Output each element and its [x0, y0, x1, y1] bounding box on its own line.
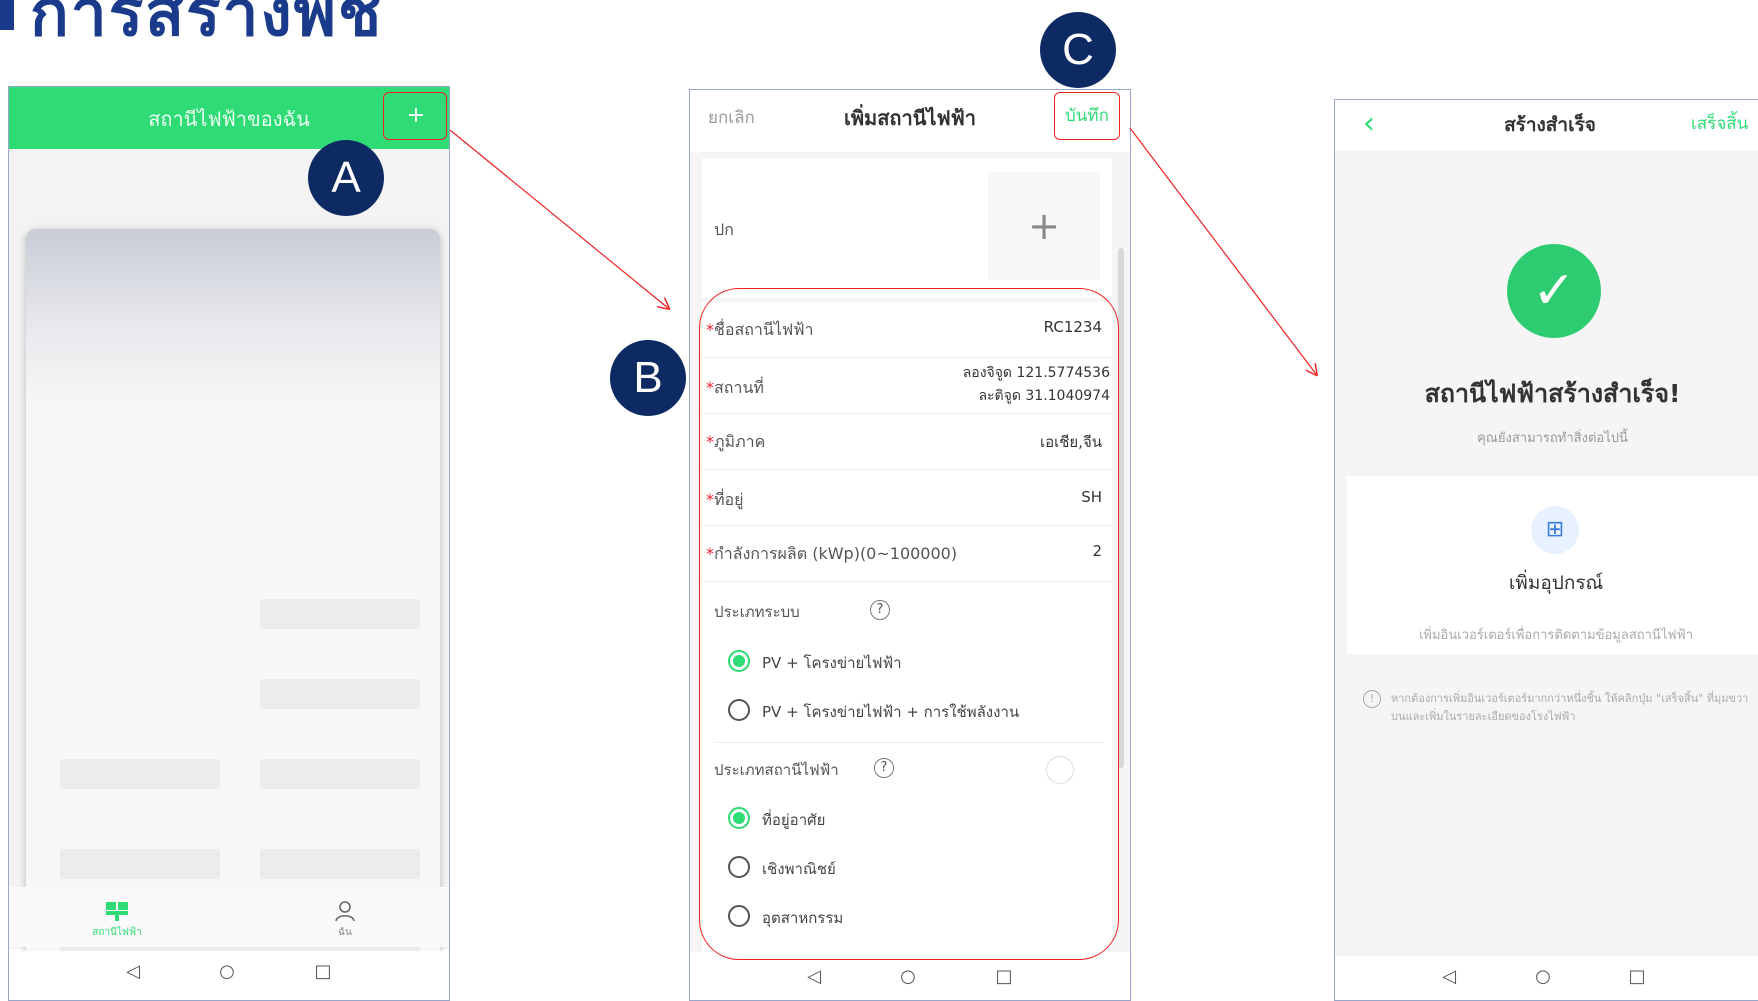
arrow-a-to-b — [449, 129, 668, 308]
arrow-b-to-c — [1129, 127, 1316, 374]
flow-arrows — [449, 127, 1758, 999]
